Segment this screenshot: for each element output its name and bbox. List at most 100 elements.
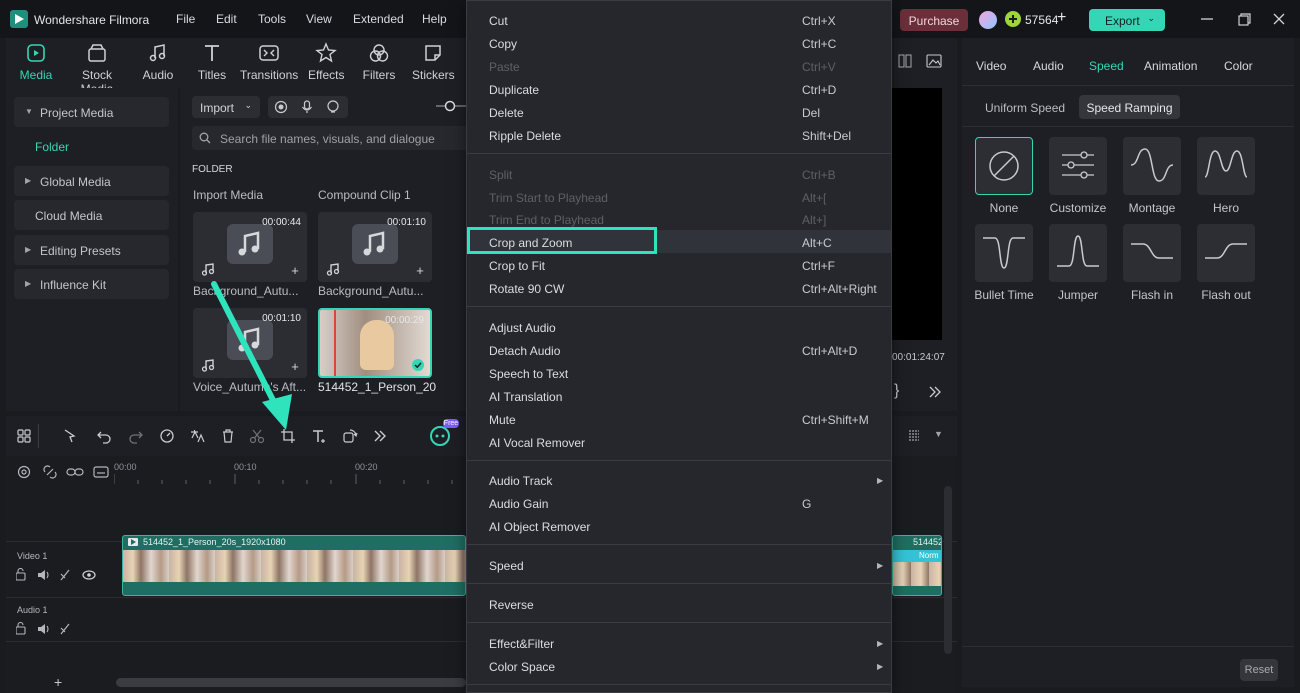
caption-icon[interactable] bbox=[92, 464, 110, 480]
menu-item-ripple-delete[interactable]: Ripple Delete bbox=[489, 129, 561, 143]
microphone-icon[interactable] bbox=[299, 99, 315, 115]
sidebar-item-influence-kit[interactable]: ▶ Influence Kit bbox=[14, 269, 169, 299]
menu-item-ai-object-remover[interactable]: AI Object Remover bbox=[489, 520, 590, 534]
menu-item-crop-and-zoom[interactable]: Crop and Zoom bbox=[489, 236, 572, 250]
sidebar-item-cloud-media[interactable]: Cloud Media bbox=[14, 200, 169, 230]
search-input[interactable]: Search file names, visuals, and dialogue bbox=[220, 132, 435, 146]
tab-titles[interactable]: Titles bbox=[194, 42, 230, 82]
tab-audio[interactable]: Audio bbox=[140, 42, 176, 82]
menu-item-speech-to-text[interactable]: Speech to Text bbox=[489, 367, 568, 381]
preset-montage[interactable] bbox=[1123, 137, 1181, 195]
add-track-icon[interactable]: + bbox=[54, 674, 62, 690]
avatar[interactable] bbox=[979, 11, 997, 29]
tab-video[interactable]: Video bbox=[976, 59, 1006, 73]
tab-audio[interactable]: Audio bbox=[1033, 59, 1064, 73]
sidebar-item-folder[interactable]: Folder bbox=[35, 140, 69, 154]
video-preview[interactable] bbox=[892, 88, 942, 340]
menu-item-ai-vocal-remover[interactable]: AI Vocal Remover bbox=[489, 436, 585, 450]
grid-view-icon[interactable] bbox=[898, 54, 912, 68]
menu-file[interactable]: File bbox=[176, 12, 195, 26]
preset-none[interactable] bbox=[975, 137, 1033, 195]
tab-effects[interactable]: Effects bbox=[308, 42, 344, 82]
tab-transitions[interactable]: Transitions bbox=[240, 42, 298, 82]
tab-animation[interactable]: Animation bbox=[1144, 59, 1197, 73]
menu-item-ai-translation[interactable]: AI Translation bbox=[489, 390, 562, 404]
tab-color[interactable]: Color bbox=[1224, 59, 1253, 73]
menu-item-trim-start[interactable]: Trim Start to Playhead bbox=[489, 191, 608, 205]
sidebar-item-global-media[interactable]: ▶ Global Media bbox=[14, 166, 169, 196]
menu-item-rotate[interactable]: Rotate 90 CW bbox=[489, 282, 564, 296]
close-icon[interactable] bbox=[1268, 8, 1290, 30]
more-controls-icon[interactable] bbox=[928, 386, 942, 398]
link-icon[interactable] bbox=[66, 464, 84, 480]
menu-item-delete[interactable]: Delete bbox=[489, 106, 524, 120]
minimize-icon[interactable] bbox=[1196, 8, 1218, 30]
sidebar-item-editing-presets[interactable]: ▶ Editing Presets bbox=[14, 235, 169, 265]
menu-edit[interactable]: Edit bbox=[216, 12, 237, 26]
menu-item-effect-filter[interactable]: Effect&Filter bbox=[489, 637, 554, 651]
unlink-icon[interactable] bbox=[42, 464, 58, 480]
menu-item-cut[interactable]: Cut bbox=[489, 14, 508, 28]
menu-item-color-space[interactable]: Color Space bbox=[489, 660, 555, 674]
video-clip[interactable]: 514452_1_Person_20s_1920x1080 bbox=[122, 535, 466, 596]
ai-assistant-icon[interactable] bbox=[430, 426, 450, 446]
preset-flash-in[interactable] bbox=[1123, 224, 1181, 282]
purchase-button[interactable]: Purchase bbox=[900, 9, 968, 31]
menu-item-trim-end[interactable]: Trim End to Playhead bbox=[489, 213, 604, 227]
vertical-scrollbar[interactable] bbox=[944, 486, 952, 654]
menu-item-split[interactable]: Split bbox=[489, 168, 512, 182]
undo-icon[interactable] bbox=[96, 428, 112, 444]
menu-tools[interactable]: Tools bbox=[258, 12, 286, 26]
menu-item-adjust-audio[interactable]: Adjust Audio bbox=[489, 321, 556, 335]
ai-voice-icon[interactable] bbox=[325, 99, 341, 115]
add-credits-icon[interactable]: + bbox=[1057, 9, 1066, 27]
menu-item-audio-track[interactable]: Audio Track bbox=[489, 474, 552, 488]
subtab-speed-ramping[interactable]: Speed Ramping bbox=[1079, 95, 1180, 119]
menu-item-speed[interactable]: Speed bbox=[489, 559, 524, 573]
reset-button[interactable]: Reset bbox=[1240, 659, 1278, 681]
media-thumb-video[interactable]: 00:00:29 bbox=[318, 308, 432, 378]
export-button[interactable]: Export ⌄ bbox=[1089, 9, 1165, 31]
import-dropdown[interactable]: Import ⌄ bbox=[192, 96, 260, 118]
preset-flash-out[interactable] bbox=[1197, 224, 1255, 282]
restore-icon[interactable] bbox=[1233, 8, 1255, 30]
preset-customize[interactable] bbox=[1049, 137, 1107, 195]
chevron-down-icon[interactable]: ▼ bbox=[934, 429, 943, 439]
preset-hero[interactable] bbox=[1197, 137, 1255, 195]
horizontal-scrollbar[interactable] bbox=[116, 678, 466, 687]
rotate-icon[interactable] bbox=[342, 428, 358, 444]
tab-media[interactable]: Media bbox=[18, 42, 54, 82]
video-clip[interactable]: 514452_1... Norm bbox=[892, 535, 942, 596]
subtab-uniform-speed[interactable]: Uniform Speed bbox=[985, 101, 1065, 115]
menu-item-detach-audio[interactable]: Detach Audio bbox=[489, 344, 560, 358]
menu-extended[interactable]: Extended bbox=[353, 12, 404, 26]
menu-item-duplicate[interactable]: Duplicate bbox=[489, 83, 539, 97]
tab-speed[interactable]: Speed bbox=[1089, 59, 1124, 73]
thumbnail-size-slider[interactable] bbox=[436, 98, 470, 114]
media-thumb[interactable]: 00:01:10 + bbox=[318, 212, 432, 282]
tab-filters[interactable]: Filters bbox=[361, 42, 397, 82]
text-icon[interactable] bbox=[311, 428, 327, 444]
track-manager-icon[interactable] bbox=[16, 464, 32, 480]
menu-item-paste[interactable]: Paste bbox=[489, 60, 520, 74]
sidebar-item-project-media[interactable]: ▼ Project Media bbox=[14, 97, 169, 127]
record-icon[interactable] bbox=[273, 99, 289, 115]
preset-jumper[interactable] bbox=[1049, 224, 1107, 282]
speed-icon[interactable] bbox=[159, 428, 175, 444]
bracket-icon[interactable]: } bbox=[894, 382, 899, 400]
menu-help[interactable]: Help bbox=[422, 12, 447, 26]
select-tool-icon[interactable] bbox=[62, 428, 78, 444]
menu-view[interactable]: View bbox=[306, 12, 332, 26]
menu-item-crop-to-fit[interactable]: Crop to Fit bbox=[489, 259, 545, 273]
menu-item-reverse[interactable]: Reverse bbox=[489, 598, 534, 612]
more-tools-icon[interactable] bbox=[372, 428, 388, 444]
track-settings-icon[interactable] bbox=[906, 428, 922, 444]
menu-item-copy[interactable]: Copy bbox=[489, 37, 517, 51]
snapshot-icon[interactable] bbox=[926, 54, 942, 68]
preset-bullet-time[interactable] bbox=[975, 224, 1033, 282]
add-to-timeline-icon[interactable]: + bbox=[414, 264, 426, 277]
tab-stickers[interactable]: Stickers bbox=[412, 42, 455, 82]
time-ruler[interactable] bbox=[114, 472, 466, 486]
search-bar[interactable]: Search file names, visuals, and dialogue bbox=[192, 126, 474, 150]
menu-item-audio-gain[interactable]: Audio Gain bbox=[489, 497, 548, 511]
